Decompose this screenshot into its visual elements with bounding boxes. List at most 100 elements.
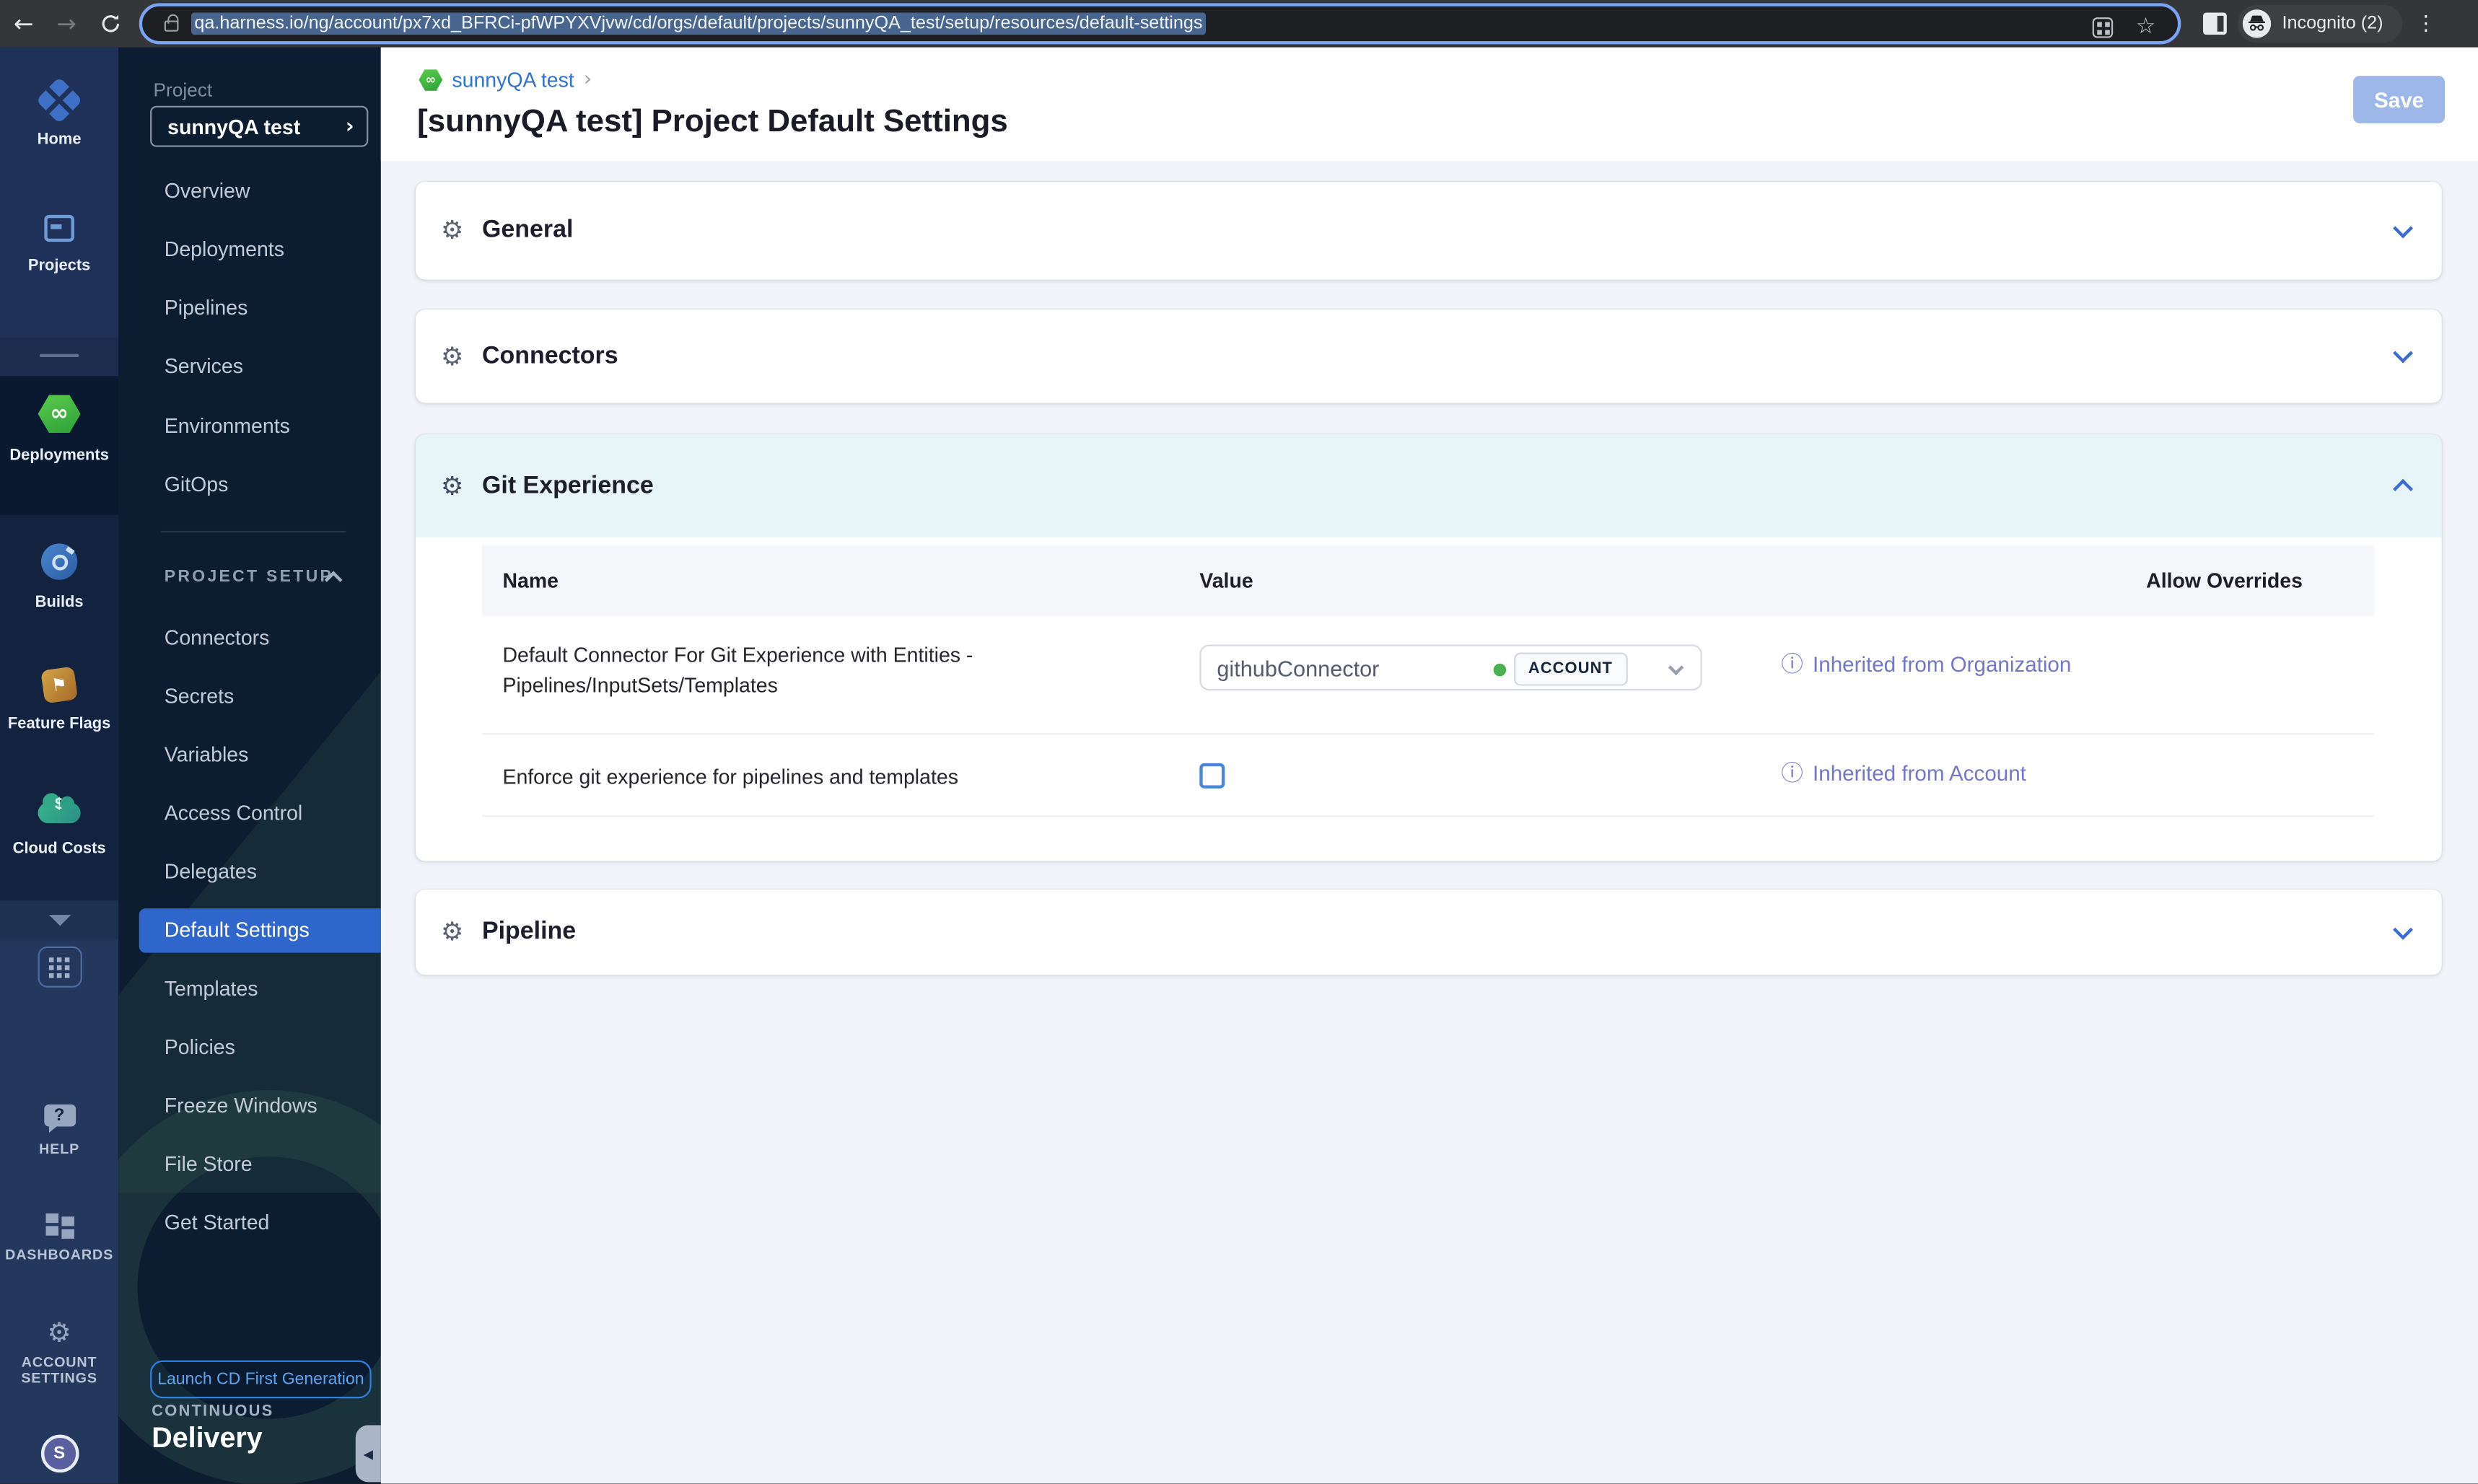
gear-icon: ⚙ [441, 470, 464, 501]
column-header-value: Value [1199, 568, 1253, 593]
forward-icon[interactable]: → [49, 0, 84, 48]
sidebar-item-default-settings[interactable]: Default Settings [139, 908, 381, 953]
lock-icon[interactable] [164, 14, 179, 32]
default-connector-select[interactable]: githubConnector ACCOUNT [1199, 644, 1702, 691]
section-connectors-title: Connectors [481, 342, 618, 369]
sidebar-item-pipelines[interactable]: Pipelines [118, 286, 381, 330]
dollar-glyph: $ [55, 796, 64, 814]
section-pipeline-title: Pipeline [481, 918, 577, 945]
sidebar-item-get-started[interactable]: Get Started [118, 1200, 381, 1244]
back-icon[interactable]: ← [6, 0, 41, 48]
sidebar-item-account-settings[interactable]: ⚙ ACCOUNT SETTINGS [0, 1317, 118, 1386]
git-settings-table: Name Value Allow Overrides Default Conne… [481, 545, 2374, 817]
sidebar-item-projects[interactable]: Projects [0, 214, 118, 276]
refresh-icon[interactable] [92, 0, 130, 48]
sidebar-item-policies[interactable]: Policies [118, 1025, 381, 1069]
chevron-right-icon: › [345, 114, 354, 139]
sidebar-item-file-store[interactable]: File Store [118, 1142, 381, 1186]
breadcrumb-project-link[interactable]: sunnyQA test [452, 68, 574, 92]
gear-icon: ⚙ [47, 1317, 71, 1350]
incognito-label: Incognito (2) [2282, 14, 2383, 33]
page-title: [sunnyQA test] Project Default Settings [417, 104, 1008, 139]
project-name: sunnyQA test [167, 114, 301, 139]
module-sidebar: Home Projects ∞ Deployments Builds ⚑ Fea… [0, 47, 119, 1484]
tab-groups-icon[interactable] [2093, 16, 2114, 38]
table-row: Enforce git experience for pipelines and… [481, 734, 2374, 817]
section-pipeline: ⚙ Pipeline [415, 890, 2442, 975]
sidebar-item-deployments-nav[interactable]: Deployments [118, 227, 381, 271]
project-selector[interactable]: sunnyQA test › [150, 105, 369, 147]
url-bar[interactable]: qa.harness.io/ng/account/px7xd_BFRCi-pfW… [139, 3, 2181, 45]
project-label: Project [153, 79, 213, 102]
home-label: Home [37, 131, 82, 149]
sidebar-collapse-handle[interactable]: ◀ [355, 1425, 381, 1483]
incognito-icon [2242, 9, 2272, 38]
enforce-git-experience-checkbox[interactable] [1199, 763, 1225, 789]
note-text: Inherited from Organization [1813, 652, 2072, 677]
deployments-label: Deployments [9, 447, 109, 465]
note-text: Inherited from Account [1813, 761, 2026, 786]
avatar: S [40, 1434, 79, 1473]
section-pipeline-header[interactable]: ⚙ Pipeline [416, 890, 2442, 975]
sidebar-item-home[interactable]: Home [0, 76, 118, 149]
browser-chrome: ← → qa.harness.io/ng/account/px7xd_BFRCi… [0, 0, 2478, 48]
sidebar-item-feature-flags[interactable]: ⚑ Feature Flags [0, 666, 118, 734]
sidebar-item-freeze-windows[interactable]: Freeze Windows [118, 1084, 381, 1128]
setting-name: Enforce git experience for pipelines and… [502, 765, 958, 789]
sidebar-item-overview[interactable]: Overview [118, 169, 381, 213]
cloud-costs-label: Cloud Costs [12, 840, 106, 859]
module-collapse-toggle[interactable] [0, 915, 118, 926]
connector-status-dot [1493, 663, 1507, 677]
projects-label: Projects [27, 257, 91, 276]
side-panel-icon[interactable] [2202, 12, 2227, 35]
expand-chevron-icon[interactable] [2393, 918, 2413, 939]
save-button[interactable]: Save [2353, 76, 2446, 123]
project-sidebar: Project sunnyQA test › Overview Deployme… [118, 47, 381, 1484]
sidebar-item-gitops[interactable]: GitOps [118, 463, 381, 507]
section-git-experience-header[interactable]: ⚙ Git Experience [415, 434, 2442, 537]
browser-menu-icon[interactable]: ⋮ [2412, 0, 2440, 48]
sidebar-item-builds[interactable]: Builds [0, 543, 118, 612]
grid-icon [37, 946, 82, 988]
builds-icon [40, 543, 78, 580]
section-connectors-header[interactable]: ⚙ Connectors [416, 309, 2442, 403]
sidebar-item-environments[interactable]: Environments [118, 405, 381, 449]
cloud-costs-icon: $ [38, 793, 81, 824]
help-chat-icon: ? [43, 1104, 76, 1133]
section-general-title: General [481, 216, 574, 244]
url-text: qa.harness.io/ng/account/px7xd_BFRCi-pfW… [191, 12, 1206, 35]
sidebar-item-templates[interactable]: Templates [118, 967, 381, 1011]
sidebar-item-dashboards[interactable]: DASHBOARDS [0, 1213, 118, 1263]
column-header-allow-overrides: Allow Overrides [2146, 568, 2303, 593]
sidebar-item-secrets[interactable]: Secrets [118, 675, 381, 719]
module-grid-button[interactable] [0, 946, 118, 988]
bookmark-star-icon[interactable]: ☆ [2136, 16, 2156, 38]
scope-badge: ACCOUNT [1514, 652, 1627, 686]
collapse-chevron-icon[interactable] [2393, 478, 2413, 499]
section-git-experience-title: Git Experience [481, 471, 654, 499]
sidebar-item-connectors[interactable]: Connectors [118, 616, 381, 660]
expand-chevron-icon[interactable] [2393, 343, 2413, 364]
sidebar-item-cloud-costs[interactable]: $ Cloud Costs [0, 793, 118, 859]
project-setup-header[interactable]: PROJECT SETUP [165, 567, 333, 586]
sidebar-item-services[interactable]: Services [118, 344, 381, 388]
footer-continuous-label: CONTINUOUS [152, 1402, 274, 1421]
sidebar-item-access-control[interactable]: Access Control [118, 791, 381, 835]
expand-chevron-icon[interactable] [2393, 217, 2413, 238]
builds-label: Builds [35, 594, 84, 612]
sidebar-item-delegates[interactable]: Delegates [118, 850, 381, 894]
inherited-from-organization-link[interactable]: ⓘ Inherited from Organization [1781, 653, 2071, 677]
sidebar-item-deployments[interactable]: ∞ Deployments [0, 395, 118, 465]
help-label: HELP [39, 1141, 80, 1157]
omnibox-actions: ☆ [2093, 6, 2156, 48]
feature-flags-label: Feature Flags [7, 716, 111, 734]
sidebar-item-help[interactable]: ? HELP [0, 1104, 118, 1157]
dashboards-label: DASHBOARDS [5, 1246, 114, 1263]
section-git-experience: ⚙ Git Experience Name Value Allow Overri… [415, 434, 2442, 861]
section-general-header[interactable]: ⚙ General [416, 182, 2442, 280]
chevron-down-icon [48, 915, 71, 926]
sidebar-item-variables[interactable]: Variables [118, 733, 381, 777]
inherited-from-account-link[interactable]: ⓘ Inherited from Account [1781, 762, 2026, 786]
launch-cd-first-gen-button[interactable]: Launch CD First Generation [150, 1360, 372, 1399]
user-avatar[interactable]: S [0, 1434, 118, 1473]
